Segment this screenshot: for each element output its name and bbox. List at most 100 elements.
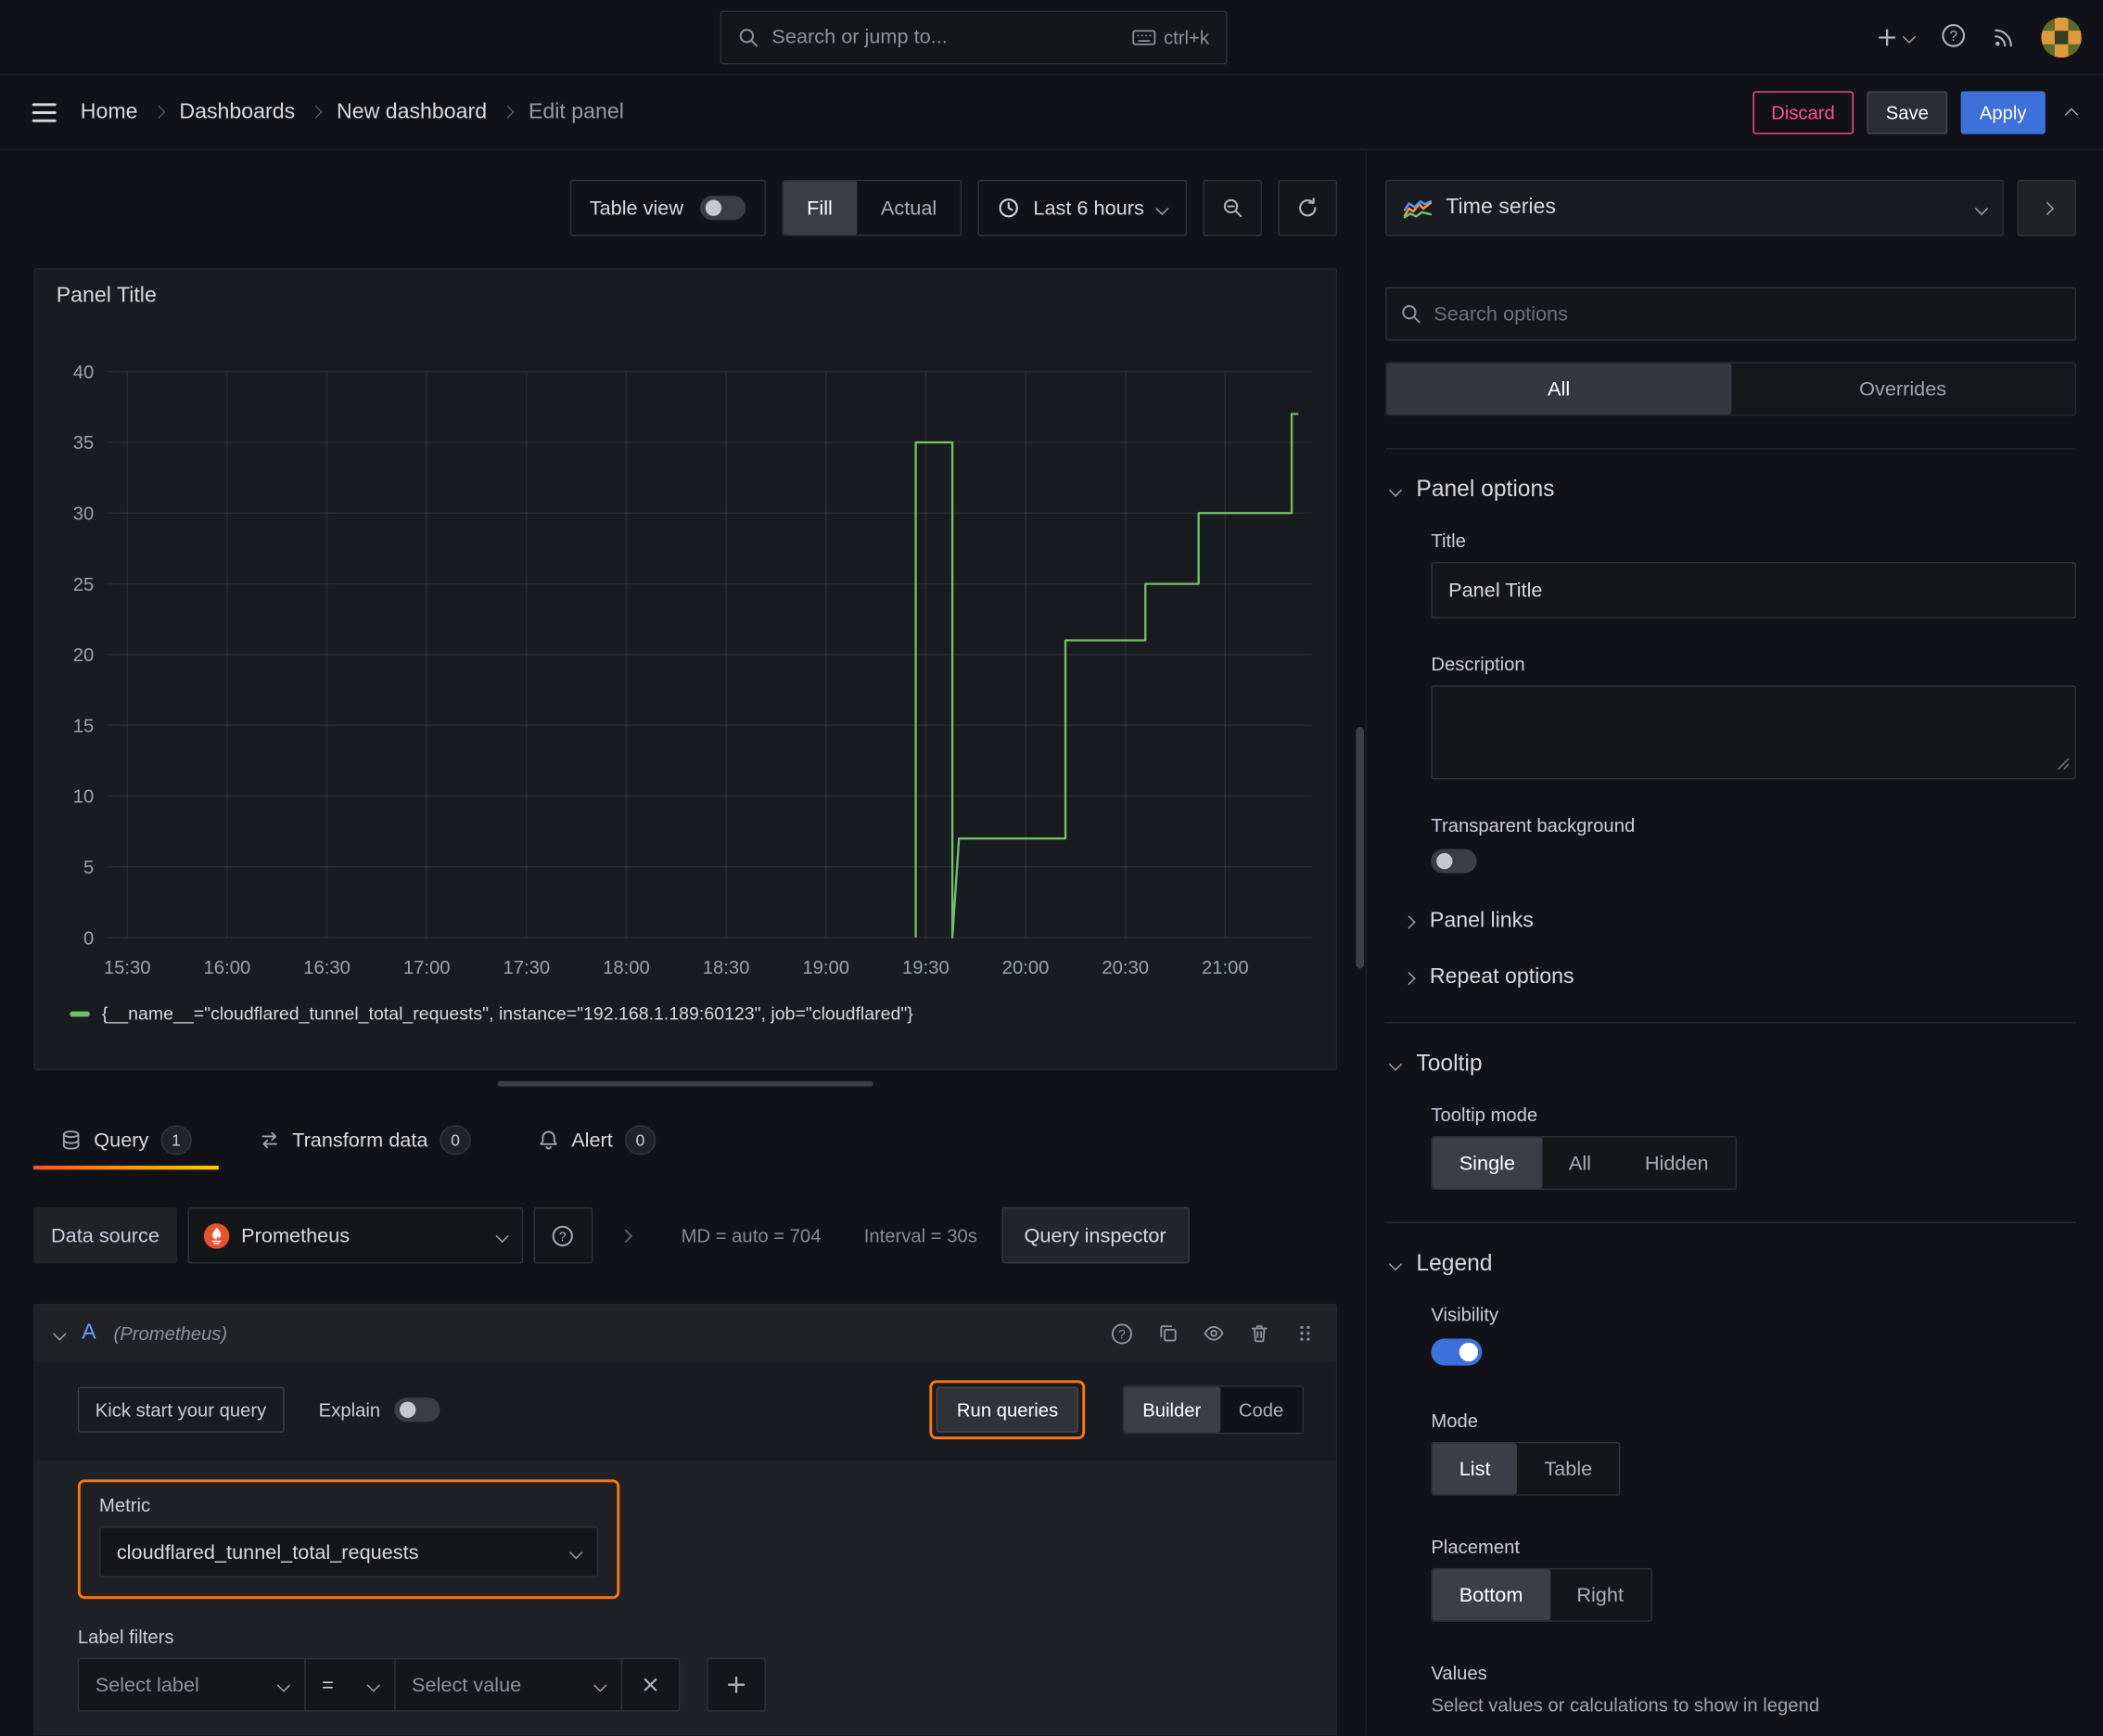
plus-icon (1877, 26, 1898, 47)
fill-option[interactable]: Fill (783, 181, 857, 236)
svg-text:20: 20 (73, 645, 95, 666)
svg-text:10: 10 (73, 787, 95, 808)
query-help-icon[interactable] (1111, 1321, 1134, 1345)
legend-visibility-toggle[interactable] (1431, 1338, 1483, 1366)
time-range-picker[interactable]: Last 6 hours (978, 179, 1188, 236)
legend-header[interactable]: Legend (1385, 1250, 2076, 1277)
menu-toggle-button[interactable] (32, 102, 57, 121)
global-search[interactable]: ctrl+k (720, 9, 1227, 64)
datasource-label: Data source (33, 1206, 177, 1264)
legend-mode-list[interactable]: List (1432, 1443, 1518, 1495)
repeat-options-row[interactable]: Repeat options (1402, 965, 2076, 989)
metric-highlight: Metric cloudflared_tunnel_total_requests (77, 1479, 620, 1600)
collapse-header-button[interactable] (2064, 101, 2079, 122)
legend-series-label[interactable]: {__name__="cloudflared_tunnel_total_requ… (102, 1003, 913, 1024)
legend-mode-table[interactable]: Table (1517, 1443, 1619, 1494)
editor-tabs: Query 1 Transform data 0 Alert 0 (33, 1111, 1337, 1170)
metric-select[interactable]: cloudflared_tunnel_total_requests (99, 1526, 599, 1577)
datasource-picker[interactable]: Prometheus (187, 1206, 523, 1264)
transparent-background-toggle[interactable] (1431, 849, 1477, 874)
description-field: Description (1431, 653, 2077, 780)
tab-query[interactable]: Query 1 (33, 1111, 219, 1170)
discard-button[interactable]: Discard (1752, 90, 1854, 134)
add-filter-button[interactable] (707, 1657, 766, 1712)
select-value-dropdown[interactable]: Select value (394, 1657, 623, 1712)
query-inspector-button[interactable]: Query inspector (1001, 1206, 1190, 1264)
options-search-input[interactable] (1434, 302, 2062, 326)
panel-links-row[interactable]: Panel links (1402, 910, 2076, 934)
tooltip-mode-hidden[interactable]: Hidden (1618, 1138, 1736, 1189)
description-textarea[interactable] (1431, 685, 2077, 780)
tab-all[interactable]: All (1386, 363, 1731, 415)
resize-corner-icon[interactable] (2056, 757, 2071, 772)
chevron-down-icon (1388, 1056, 1403, 1071)
chevron-right-icon (2040, 201, 2054, 215)
grafana-logo[interactable] (21, 13, 70, 61)
panel-options-header[interactable]: Panel options (1385, 476, 2076, 503)
builder-option[interactable]: Builder (1124, 1386, 1220, 1433)
news-button[interactable] (1993, 26, 2014, 47)
run-queries-highlight: Run queries (930, 1380, 1086, 1440)
toggle-visibility-icon[interactable] (1203, 1322, 1224, 1344)
run-queries-button[interactable]: Run queries (937, 1386, 1078, 1433)
query-row-header[interactable]: A (Prometheus) (34, 1305, 1336, 1362)
resize-handle[interactable] (497, 1080, 873, 1087)
placement-bottom[interactable]: Bottom (1432, 1569, 1550, 1621)
tooltip-mode-single[interactable]: Single (1432, 1137, 1542, 1189)
duplicate-query-icon[interactable] (1157, 1322, 1179, 1344)
breadcrumb: Home Dashboards New dashboard Edit panel (81, 100, 624, 124)
kick-start-button[interactable]: Kick start your query (77, 1386, 285, 1433)
save-button[interactable]: Save (1867, 90, 1948, 134)
datasource-help-button[interactable] (533, 1206, 593, 1264)
breadcrumb-new-dashboard[interactable]: New dashboard (337, 100, 487, 124)
datasource-expand-button[interactable] (604, 1229, 649, 1243)
collapse-options-button[interactable] (2017, 179, 2077, 236)
panel-title-input[interactable] (1431, 562, 2077, 619)
keyboard-shortcut-hint: ctrl+k (1131, 26, 1209, 47)
placement-right[interactable]: Right (1549, 1569, 1651, 1620)
explain-toggle[interactable] (393, 1398, 440, 1423)
code-option[interactable]: Code (1220, 1387, 1303, 1433)
transparent-background-label: Transparent background (1431, 813, 1636, 836)
breadcrumb-dashboards[interactable]: Dashboards (179, 100, 295, 124)
tab-overrides[interactable]: Overrides (1731, 364, 2075, 415)
scrollbar-thumb[interactable] (1356, 726, 1365, 969)
search-input[interactable] (771, 25, 1118, 49)
datasource-row: Data source Prometheus MD = auto = 704 I… (33, 1206, 1337, 1264)
breadcrumb-home[interactable]: Home (81, 100, 138, 124)
options-pane: All Overrides Panel options Title Descri… (1367, 287, 2103, 1716)
user-avatar[interactable] (2041, 17, 2081, 57)
chevron-down-icon (1155, 201, 1169, 215)
chevron-down-icon (495, 1229, 509, 1243)
collapse-query-icon[interactable] (53, 1326, 67, 1340)
remove-filter-button[interactable] (620, 1657, 681, 1712)
legend-mode-field: Mode List Table (1431, 1410, 2076, 1496)
options-search[interactable] (1385, 287, 2077, 341)
svg-text:15: 15 (73, 716, 95, 736)
tab-alert[interactable]: Alert 0 (511, 1111, 682, 1170)
refresh-button[interactable] (1278, 179, 1338, 236)
transparent-background-field: Transparent background (1431, 814, 2076, 877)
tooltip-mode-all[interactable]: All (1542, 1138, 1618, 1189)
zoom-out-button[interactable] (1203, 179, 1263, 236)
help-button[interactable] (1941, 22, 1966, 52)
actual-option[interactable]: Actual (857, 181, 961, 235)
tab-transform-data[interactable]: Transform data 0 (232, 1111, 498, 1170)
visualization-picker[interactable]: Time series (1385, 179, 2004, 236)
legend-mode-group: List Table (1431, 1441, 1621, 1496)
time-series-chart[interactable]: 0 5 10 15 20 25 30 35 40 15:30 16:00 16:30 17:00 17:3… (48, 324, 1325, 994)
label-filters-label: Label filters (77, 1626, 174, 1648)
refresh-icon (1297, 198, 1319, 219)
svg-text:30: 30 (73, 504, 95, 524)
delete-query-icon[interactable] (1249, 1322, 1270, 1344)
table-view-toggle[interactable] (699, 196, 746, 221)
help-icon (1941, 22, 1966, 47)
select-label-dropdown[interactable]: Select label (77, 1657, 306, 1712)
tooltip-header[interactable]: Tooltip (1385, 1051, 2076, 1078)
add-menu-button[interactable] (1877, 26, 1917, 47)
operator-dropdown[interactable]: = (304, 1657, 396, 1712)
query-row-actions (1111, 1321, 1316, 1345)
apply-button[interactable]: Apply (1960, 90, 2046, 134)
drag-handle-icon[interactable] (1294, 1322, 1316, 1344)
select-value-placeholder: Select value (412, 1673, 522, 1697)
